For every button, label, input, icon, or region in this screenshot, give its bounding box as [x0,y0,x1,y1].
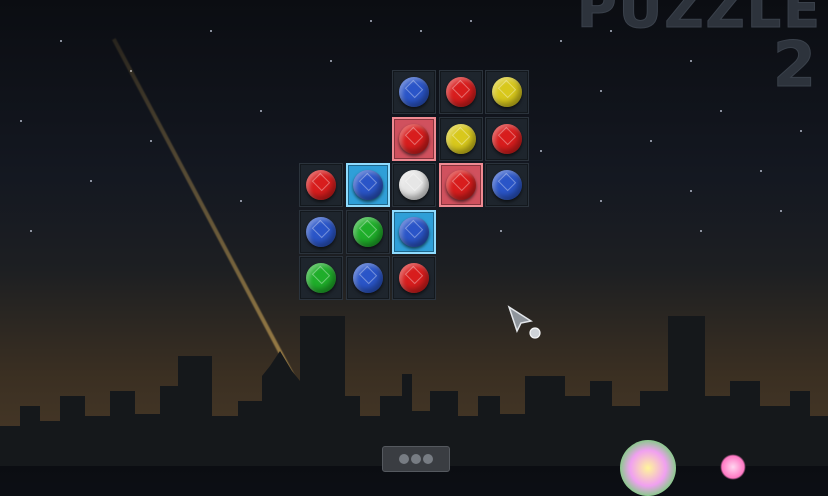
bottom-control[interactable] [382,446,450,472]
board-cell[interactable] [299,163,343,207]
control-dot-icon [423,454,433,464]
control-dot-icon [411,454,421,464]
board-cell[interactable] [392,163,436,207]
red-gem-icon [445,77,476,107]
game-scene: PUZZLE 2 [0,0,828,496]
blue-gem-icon [399,77,429,107]
blue-gem-icon [352,170,383,200]
yellow-gem-icon [445,123,476,154]
red-gem-icon [492,123,522,154]
blue-gem-icon [492,170,522,200]
control-dot-icon [399,454,409,464]
blue-gem-icon [306,216,336,247]
blue-gem-icon [352,263,383,293]
firework-blossom [720,454,746,480]
firework-blossom [620,440,676,496]
red-gem-icon [306,170,336,200]
board-cell[interactable] [485,163,529,207]
yellow-gem-icon [492,77,522,107]
green-gem-icon [352,216,383,247]
red-gem-icon [445,170,476,200]
green-gem-icon [306,263,336,293]
red-gem-icon [399,123,429,154]
board-cell[interactable] [345,256,390,300]
board-cell[interactable] [392,70,436,114]
board-cell[interactable] [392,256,436,300]
board-cell[interactable] [485,116,529,161]
puzzle-board [0,0,828,466]
board-cell[interactable] [485,70,529,114]
board-cell[interactable] [345,209,390,254]
board-cell[interactable] [392,209,436,254]
board-cell[interactable] [299,209,343,254]
board-cell[interactable] [299,256,343,300]
board-cell[interactable] [345,163,390,207]
board-cell[interactable] [438,70,483,114]
blue-gem-icon [399,216,429,247]
red-gem-icon [399,263,429,293]
board-cell[interactable] [438,163,483,207]
board-cell[interactable] [392,116,436,161]
board-cell[interactable] [438,116,483,161]
white-gem-icon [399,170,429,200]
pointer-cursor-icon [507,305,541,339]
